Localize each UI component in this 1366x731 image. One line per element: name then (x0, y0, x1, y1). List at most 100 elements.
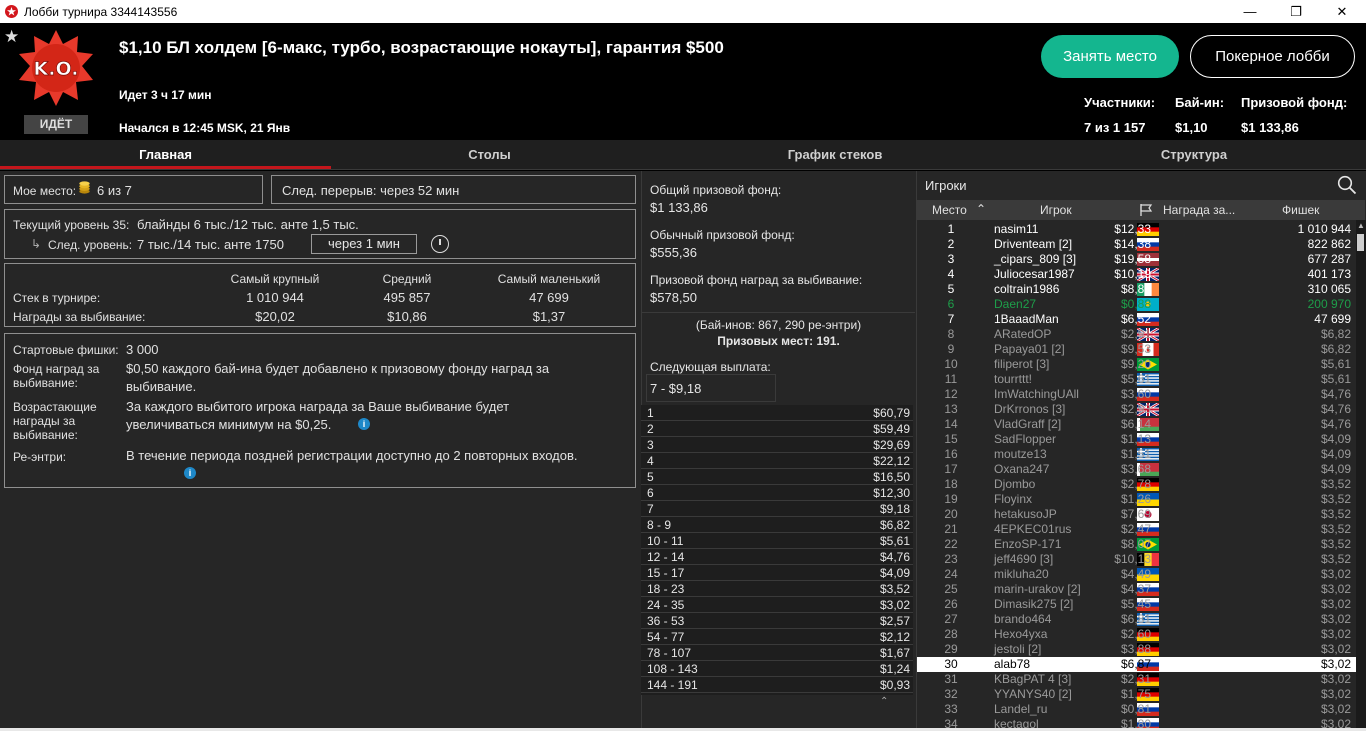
collapse-chevron-icon[interactable]: ⌃ (880, 696, 910, 707)
col-player[interactable]: Игрок (1040, 203, 1072, 217)
payout-row: 1 $60,79 (641, 405, 913, 421)
tab-tables[interactable]: Столы (331, 140, 648, 170)
player-chips: $3,52 (1320, 537, 1351, 551)
player-row[interactable]: 19 Floyinx $1,26 $3,52 (917, 492, 1357, 507)
player-bounty: $8,07 (1120, 537, 1151, 551)
player-row[interactable]: 9 Papaya01 [2] $9,53 $6,82 (917, 342, 1357, 357)
player-row[interactable]: 15 SadFlopper $1,13 $4,09 (917, 432, 1357, 447)
player-row[interactable]: 31 KBagPAT 4 [3] $2,31 $3,02 (917, 672, 1357, 687)
search-icon[interactable] (1337, 175, 1357, 195)
logo-text: K.O. (34, 58, 79, 80)
player-row[interactable]: 17 Oxana247 $3,68 $4,09 (917, 462, 1357, 477)
scroll-up-icon[interactable]: ▲ (1357, 221, 1365, 230)
player-row[interactable]: 24 mikluha20 $4,49 $3,02 (917, 567, 1357, 582)
tab-structure[interactable]: Структура (1022, 140, 1366, 170)
player-bounty: $6,14 (1120, 417, 1151, 431)
player-name: Dimasik275 [2] (994, 597, 1074, 611)
reentry-info-icon[interactable]: i (184, 467, 196, 479)
player-row[interactable]: 21 4EPKEC01rus $2,47 $3,52 (917, 522, 1357, 537)
player-place: 18 (944, 477, 958, 491)
player-row[interactable]: 12 ImWatchingUAll $3,60 $4,76 (917, 387, 1357, 402)
player-row[interactable]: 10 filiperot [3] $9,20 $5,61 (917, 357, 1357, 372)
player-chips: $6,82 (1320, 327, 1351, 341)
tournament-info-box: Стартовые фишки: 3 000 Фонд наград за вы… (4, 333, 636, 488)
players-scrollbar[interactable]: ▲ (1356, 220, 1366, 728)
player-row[interactable]: 2 Driventeam [2] $14,38 822 862 (917, 237, 1357, 252)
player-name: KBagPAT 4 [3] (994, 672, 1072, 686)
player-row[interactable]: 33 Landel_ru $0,81 $3,02 (917, 702, 1357, 717)
close-button[interactable]: ✕ (1319, 1, 1365, 22)
player-place: 2 (947, 237, 955, 251)
player-place: 12 (944, 387, 958, 401)
player-row[interactable]: 16 moutze13 $1,51 $4,09 (917, 447, 1357, 462)
arrow-icon: ↳ (31, 237, 42, 251)
payout-place: 10 - 11 (647, 534, 684, 548)
player-row[interactable]: 14 VladGraff [2] $6,14 $4,76 (917, 417, 1357, 432)
payout-list[interactable]: 1 $60,79 2 $59,49 3 $29,69 4 $22,12 5 $16,50 6 $12,… (641, 405, 913, 695)
tab-stack-chart[interactable]: График стеков (648, 140, 1022, 170)
total-prize-label: Общий призовой фонд: (650, 183, 782, 197)
player-row[interactable]: 8 ARatedOP $2,91 $6,82 (917, 326, 1357, 343)
player-row[interactable]: 5 coltrain1986 $8,89 310 065 (917, 282, 1357, 297)
payout-amount: $1,24 (879, 662, 910, 676)
player-row[interactable]: 6 Daen27 $0,88 200 970 (917, 297, 1357, 312)
player-row[interactable]: 30 alab78 $6,87 $3,02 (917, 657, 1357, 672)
payout-amount: $9,18 (879, 502, 910, 516)
blind-level-box: Текущий уровень 35: блайнды 6 тыс./12 ты… (4, 209, 636, 259)
player-chips: $3,02 (1320, 582, 1351, 596)
player-name: alab78 (994, 657, 1031, 671)
starting-chips-value: 3 000 (126, 342, 159, 357)
player-place: 26 (944, 597, 958, 611)
player-row[interactable]: 23 jeff4690 [3] $10,13 $3,52 (917, 552, 1357, 567)
tournament-name: $1,10 БЛ холдем [6-макс, турбо, возраста… (119, 38, 724, 57)
payout-row: 78 - 107 $1,67 (641, 645, 913, 661)
player-name: marin-urakov [2] (994, 582, 1081, 596)
player-row[interactable]: 1 nasim11 $12,33 1 010 944 (917, 222, 1357, 237)
player-row[interactable]: 4 Juliocesar1987 $10,19 401 173 (917, 266, 1357, 283)
favorite-star-icon[interactable]: ★ (4, 27, 19, 47)
player-row[interactable]: 3 _cipars_809 [3] $19,58 677 287 (917, 252, 1357, 267)
payout-place: 12 - 14 (647, 550, 685, 564)
player-row[interactable]: 11 tourrttt! $5,61 $5,61 (917, 372, 1357, 387)
player-bounty: $2,91 (1120, 327, 1151, 341)
progressive-info-icon[interactable]: i (358, 418, 370, 430)
player-row[interactable]: 26 Dimasik275 [2] $5,45 $3,02 (917, 597, 1357, 612)
player-row[interactable]: 18 Djombo $2,78 $3,52 (917, 477, 1357, 492)
next-break-box: След. перерыв: через 52 мин (271, 175, 636, 204)
payout-amount: $5,61 (879, 534, 910, 548)
col-largest: Самый крупный (230, 272, 320, 286)
my-place-box: Мое место: 6 из 7 (4, 175, 263, 204)
col-bounty[interactable]: Награда за... (1163, 203, 1235, 217)
col-chips[interactable]: Фишек (1282, 203, 1319, 217)
player-row[interactable]: 7 1BaaadMan $6,52 47 699 (917, 312, 1357, 327)
tournament-header: ★ K.O. ИДЁТ $1,10 БЛ холдем [6-макс, тур… (0, 23, 1366, 140)
player-chips: 822 862 (1307, 237, 1351, 251)
status-badge: ИДЁТ (24, 115, 88, 134)
player-chips: $4,76 (1320, 417, 1351, 431)
col-place[interactable]: Место (932, 203, 967, 217)
poker-lobby-button[interactable]: Покерное лобби (1190, 35, 1355, 78)
player-row[interactable]: 32 YYANYS40 [2] $1,75 $3,02 (917, 687, 1357, 702)
flag-column-icon[interactable] (1139, 203, 1153, 217)
maximize-button[interactable]: ❐ (1273, 1, 1319, 22)
player-row[interactable]: 13 DrKrronos [3] $2,93 $4,76 (917, 401, 1357, 418)
player-chips: $3,02 (1320, 657, 1351, 671)
player-row[interactable]: 27 brando464 $6,81 $3,02 (917, 612, 1357, 627)
payout-amount: $16,50 (873, 470, 910, 484)
player-row[interactable]: 29 jestoli [2] $3,88 $3,02 (917, 642, 1357, 657)
player-place: 1 (947, 222, 955, 236)
payout-row: 8 - 9 $6,82 (641, 517, 913, 533)
player-row[interactable]: 22 EnzoSP-171 $8,07 $3,52 (917, 537, 1357, 552)
player-row[interactable]: 20 hetakusoJP $7,69 $3,52 (917, 507, 1357, 522)
player-chips: $5,61 (1320, 357, 1351, 371)
minimize-button[interactable]: — (1227, 1, 1273, 22)
payout-place: 1 (647, 406, 654, 420)
player-chips: 200 970 (1307, 297, 1351, 311)
scrollbar-thumb[interactable] (1357, 234, 1364, 251)
player-row[interactable]: 25 marin-urakov [2] $4,37 $3,02 (917, 582, 1357, 597)
sort-asc-icon[interactable]: ⌃ (976, 202, 986, 216)
player-row[interactable]: 28 Hexo4yxa $2,60 $3,02 (917, 627, 1357, 642)
take-seat-button[interactable]: Занять место (1041, 35, 1179, 78)
player-place: 32 (944, 687, 958, 701)
player-chips: $3,02 (1320, 567, 1351, 581)
